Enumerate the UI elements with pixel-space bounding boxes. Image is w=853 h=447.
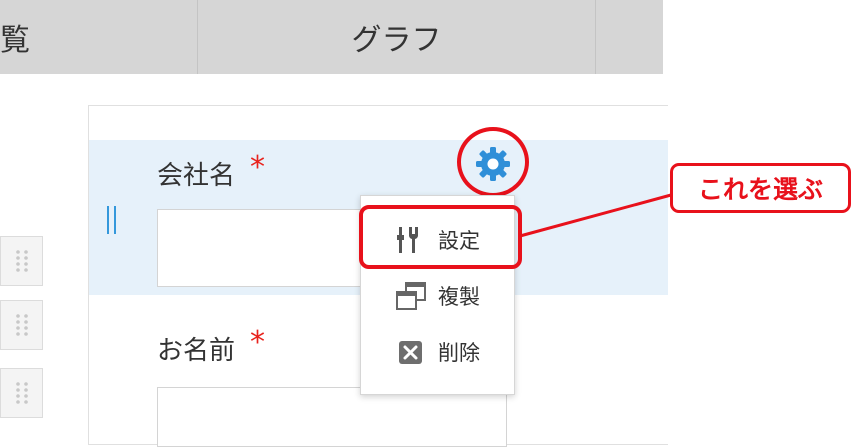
callout-connector-line [519,193,672,238]
callout-label: これを選ぶ [670,163,851,213]
